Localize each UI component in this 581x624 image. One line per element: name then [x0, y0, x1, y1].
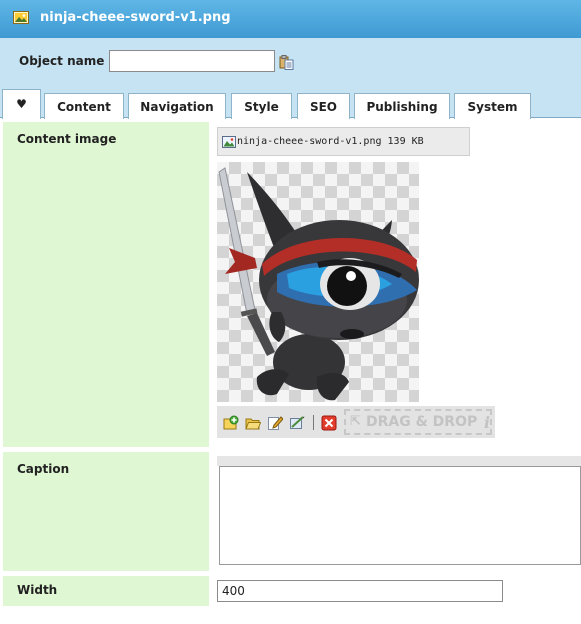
ninja-character-illustration — [218, 167, 419, 401]
image-file-icon — [222, 136, 236, 148]
width-label: Width — [3, 576, 209, 606]
add-image-icon[interactable] — [223, 415, 239, 431]
image-file-info: ninja-cheee-sword-v1.png 139 KB — [217, 127, 470, 156]
heart-icon: ♥ — [16, 97, 27, 111]
drag-drop-zone[interactable]: ⇱ DRAG & DROP i — [344, 409, 492, 435]
delete-icon[interactable] — [321, 415, 337, 431]
open-folder-icon[interactable] — [245, 415, 261, 431]
info-icon[interactable]: i — [484, 413, 490, 432]
tab-content[interactable]: Content — [44, 93, 124, 119]
window-title-bar: ninja-cheee-sword-v1.png — [0, 0, 581, 38]
drag-drop-label: DRAG & DROP — [366, 414, 478, 430]
image-toolbar: ⇱ DRAG & DROP i — [217, 406, 495, 438]
object-name-bar: Object name — [0, 38, 581, 92]
image-file-icon — [13, 11, 29, 24]
copy-paste-icon[interactable] — [279, 55, 294, 70]
tab-navigation[interactable]: Navigation — [128, 93, 226, 119]
image-filesize: 139 KB — [387, 136, 424, 147]
edit-icon[interactable] — [267, 415, 283, 431]
toolbar-separator — [313, 415, 314, 430]
drag-arrow-icon: ⇱ — [350, 414, 361, 429]
window-title: ninja-cheee-sword-v1.png — [40, 10, 231, 25]
object-name-label: Object name — [19, 54, 105, 68]
object-name-input[interactable] — [109, 50, 275, 72]
tab-bar: ♥ Content Navigation Style SEO Publishin… — [0, 89, 581, 119]
content-image-label: Content image — [3, 122, 209, 447]
crop-icon[interactable] — [289, 415, 305, 431]
tab-style[interactable]: Style — [231, 93, 292, 119]
width-input[interactable] — [217, 580, 503, 602]
tab-favorites[interactable]: ♥ — [2, 89, 41, 119]
caption-textarea[interactable] — [219, 466, 581, 565]
tab-publishing[interactable]: Publishing — [354, 93, 450, 119]
tab-seo[interactable]: SEO — [297, 93, 350, 119]
image-preview[interactable] — [217, 162, 419, 402]
caption-editor-toolbar — [217, 456, 581, 466]
tab-system[interactable]: System — [454, 93, 531, 119]
image-filename: ninja-cheee-sword-v1.png — [237, 136, 382, 147]
caption-label: Caption — [3, 452, 209, 571]
